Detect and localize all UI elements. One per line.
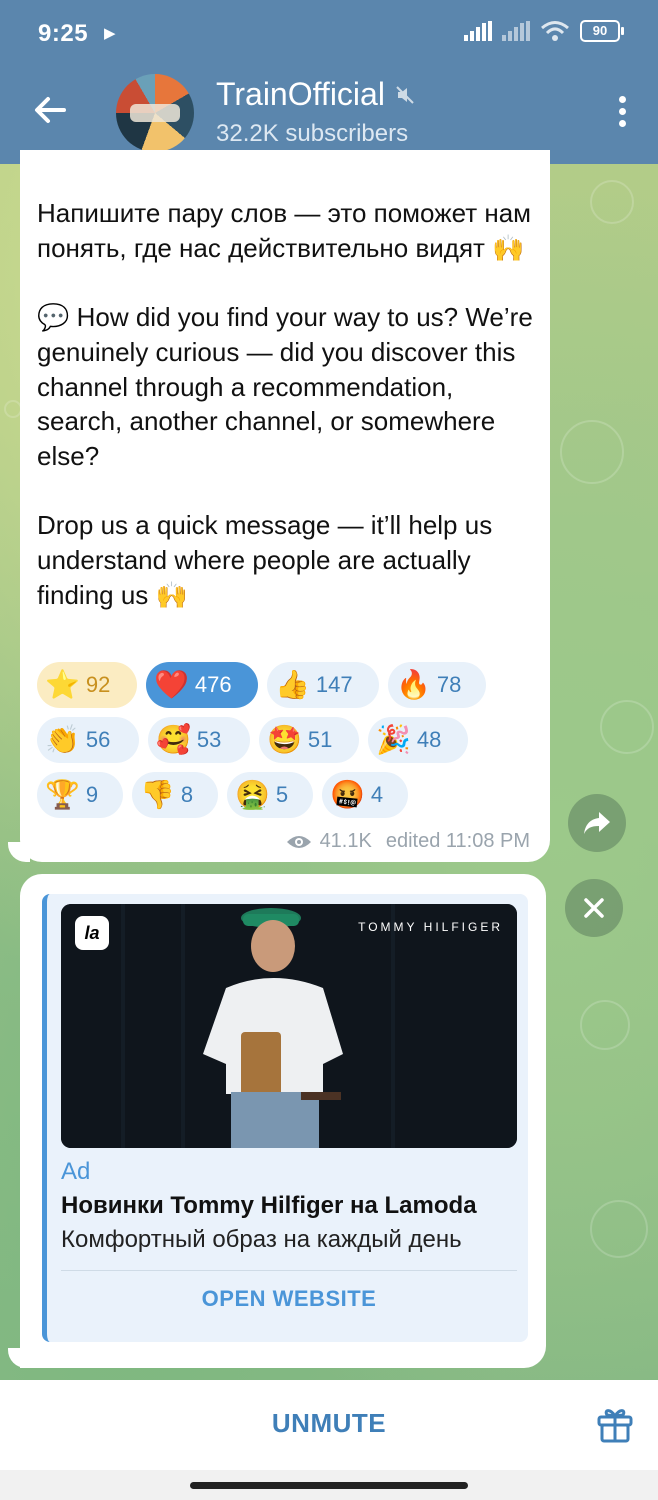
ad-card[interactable]: la TOMMY HILFIGER Ad Новинки Tommy Hilfi…: [42, 894, 528, 1342]
reaction-star[interactable]: ⭐ 92: [37, 662, 137, 708]
mute-icon: [396, 85, 414, 104]
ad-divider: [61, 1270, 517, 1271]
ad-image[interactable]: la TOMMY HILFIGER: [61, 904, 517, 1148]
share-button[interactable]: [568, 794, 626, 852]
media-playing-icon: ▶: [104, 25, 116, 42]
eye-icon: [286, 835, 311, 848]
ad-label: Ad: [61, 1158, 91, 1185]
vomit-emoji-icon: 🤮: [235, 778, 270, 811]
clap-emoji-icon: 👏: [45, 723, 80, 756]
smiling-hearts-emoji-icon: 🥰: [156, 723, 191, 756]
message-text: Напишите пару слов — это поможет нам пон…: [37, 196, 537, 647]
reaction-heart[interactable]: ❤️ 476: [146, 662, 258, 708]
brand-watermark: TOMMY HILFIGER: [358, 920, 503, 934]
more-vertical-icon[interactable]: [616, 96, 628, 130]
star-emoji-icon: ⭐: [45, 668, 80, 701]
message-bubble[interactable]: Напишите пару слов — это поможет нам пон…: [20, 150, 550, 862]
battery-indicator: 90: [580, 20, 624, 42]
bottom-bar: UNMUTE: [0, 1380, 658, 1470]
reaction-trophy[interactable]: 🏆 9: [37, 772, 123, 818]
ad-title[interactable]: Новинки Tommy Hilfiger на Lamoda: [61, 1192, 477, 1220]
unmute-button[interactable]: UNMUTE: [0, 1408, 658, 1439]
signal-icon: [464, 21, 492, 41]
reaction-count: 4: [370, 782, 384, 807]
cursing-emoji-icon: 🤬: [330, 778, 365, 811]
reaction-smiling-hearts[interactable]: 🥰 53: [148, 717, 250, 763]
reaction-thumbs-down[interactable]: 👎 8: [132, 772, 218, 818]
message-paragraph: Напишите пару слов — это поможет нам пон…: [37, 198, 532, 263]
thumbs-up-emoji-icon: 👍: [275, 668, 310, 701]
heart-emoji-icon: ❤️: [154, 668, 189, 701]
reaction-count: 53: [196, 727, 222, 752]
wifi-icon: [541, 21, 569, 41]
reaction-cursing[interactable]: 🤬 4: [322, 772, 408, 818]
message-meta: 41.1K edited 11:08 PM: [286, 830, 530, 853]
edited-time: edited 11:08 PM: [385, 830, 530, 852]
share-icon: [584, 812, 610, 834]
fire-emoji-icon: 🔥: [396, 668, 431, 701]
ad-description: Комфортный образ на каждый день: [61, 1226, 462, 1253]
gift-icon[interactable]: [596, 1404, 634, 1444]
status-indicators: 90: [464, 20, 624, 42]
party-popper-emoji-icon: 🎉: [376, 723, 411, 756]
reaction-star-struck[interactable]: 🤩 51: [259, 717, 359, 763]
channel-title-wrap[interactable]: TrainOfficial: [216, 76, 415, 113]
reaction-count: 48: [416, 727, 442, 752]
thumbs-down-emoji-icon: 👎: [140, 778, 175, 811]
chat-header: 9:25 ▶ 90 TrainOfficial 32.2K subscriber…: [0, 0, 658, 164]
reactions: ⭐ 92 ❤️ 476 👍 147 🔥 78 👏 56 🥰 53 🤩 51 🎉 48 🏆 9 👎 8…: [37, 662, 542, 827]
trophy-emoji-icon: 🏆: [45, 778, 80, 811]
back-arrow-icon[interactable]: [28, 88, 72, 132]
ad-photo-model: [61, 904, 517, 1148]
channel-title[interactable]: TrainOfficial: [216, 76, 385, 113]
view-count: 41.1K: [319, 830, 372, 852]
home-indicator[interactable]: [190, 1482, 468, 1489]
reaction-count: 476: [194, 672, 232, 697]
reaction-party[interactable]: 🎉 48: [368, 717, 468, 763]
close-icon: [584, 898, 604, 918]
reaction-count: 56: [85, 727, 111, 752]
reaction-count: 5: [275, 782, 289, 807]
reaction-vomit[interactable]: 🤮 5: [227, 772, 313, 818]
reaction-count: 9: [85, 782, 99, 807]
reaction-count: 51: [307, 727, 333, 752]
reaction-fire[interactable]: 🔥 78: [388, 662, 486, 708]
lamoda-logo: la: [75, 916, 109, 950]
reaction-thumbs-up[interactable]: 👍 147: [267, 662, 379, 708]
message-paragraph: Drop us a quick message — it’ll help us …: [37, 510, 493, 610]
channel-avatar[interactable]: [116, 74, 194, 152]
system-nav-bar: [0, 1470, 658, 1500]
sponsored-message[interactable]: la TOMMY HILFIGER Ad Новинки Tommy Hilfi…: [20, 874, 546, 1368]
reaction-count: 8: [180, 782, 194, 807]
reaction-count: 92: [85, 672, 111, 697]
star-struck-emoji-icon: 🤩: [267, 723, 302, 756]
reaction-count: 78: [436, 672, 462, 697]
signal-secondary-icon: [502, 21, 530, 41]
open-website-button[interactable]: OPEN WEBSITE: [61, 1286, 517, 1312]
message-paragraph: 💬 How did you find your way to us? We’re…: [37, 302, 533, 471]
reaction-count: 147: [315, 672, 353, 697]
status-time: 9:25: [38, 20, 89, 47]
subscriber-count: 32.2K subscribers: [216, 120, 409, 147]
reaction-clap[interactable]: 👏 56: [37, 717, 139, 763]
close-ad-button[interactable]: [565, 879, 623, 937]
